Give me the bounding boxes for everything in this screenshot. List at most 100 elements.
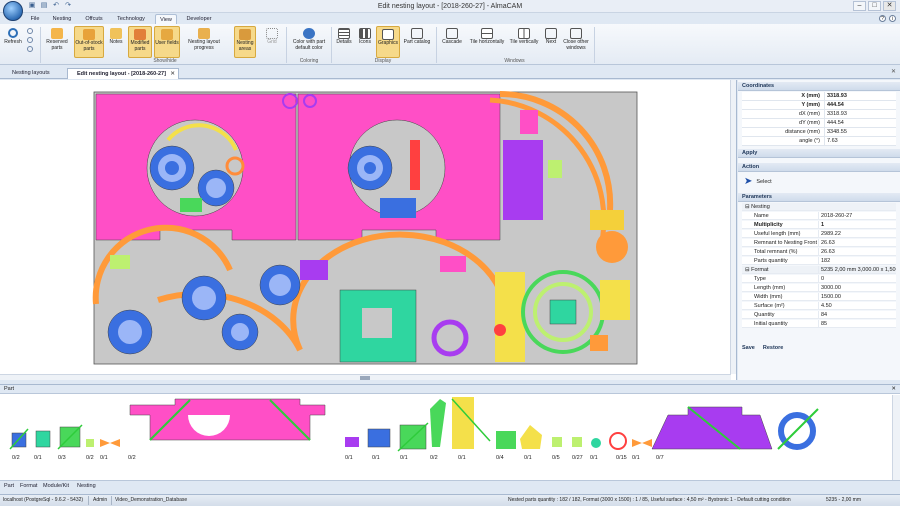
info-icon[interactable]: i [889, 15, 896, 22]
notes-button[interactable]: Notes [106, 26, 126, 58]
tile-vertically-button[interactable]: Tile vertically [508, 26, 540, 58]
close-button[interactable]: ✕ [883, 1, 896, 11]
tab-format[interactable]: Format [20, 482, 37, 490]
details-button[interactable]: Details [334, 26, 354, 58]
parameter-value: 4.50 [818, 302, 896, 310]
icons-label: Icons [359, 39, 371, 45]
nesting-layout-progress-button[interactable]: Nesting layout progress [186, 26, 222, 58]
part-quantity-label: 0/5 [552, 455, 560, 461]
user-fields-label: User fields [155, 40, 179, 46]
parameter-row: Surface (m²) 4.50 [742, 302, 896, 310]
tab-nesting-layouts[interactable]: Nesting layouts [3, 68, 65, 79]
parameter-group[interactable]: ⊟ Format 5235 2,00 mm 3,000.00 x 1,500.0 [742, 266, 896, 274]
part-quantity-label: 0/15 [616, 455, 627, 461]
part-panel: Part ✕ 0/2 0/1 0/3 0/2 0/1 0/2 0/1 0/1 0/1 0/2 0/1 0… [0, 384, 900, 480]
close-panel-icon[interactable]: ✕ [891, 385, 896, 394]
next-button[interactable]: Next [542, 26, 560, 58]
tab-nesting[interactable]: Nesting [48, 14, 76, 24]
refresh-button[interactable]: Refresh [2, 26, 24, 58]
parameter-key: Width (mm) [754, 294, 783, 300]
part-quantity-label: 0/27 [572, 455, 583, 461]
cascade-button[interactable]: Cascade [439, 26, 465, 58]
part-catalog-graphic[interactable] [0, 395, 885, 481]
coord-value: 3318.93 [824, 110, 896, 119]
color-with-part-default-color-button[interactable]: Color with part default color [290, 26, 328, 58]
user-fields-button[interactable]: User fields [154, 26, 180, 58]
tab-file[interactable]: File [26, 14, 44, 24]
close-document-icon[interactable]: ✕ [891, 68, 896, 75]
parameter-group[interactable]: ⊟ Nesting [742, 203, 896, 211]
status-summary: Nested parts quantity : 182 / 182, Forma… [508, 497, 791, 503]
group-display: Display [374, 58, 392, 64]
apply-header[interactable]: Apply [738, 149, 900, 158]
coord-key: Y (mm) [801, 102, 820, 108]
nesting-areas-button[interactable]: Nesting areas [234, 26, 256, 58]
nesting-layout-graphic[interactable] [0, 80, 731, 374]
modified-parts-button[interactable]: Modified parts [128, 26, 152, 58]
parameter-key: ⊟ Nesting [745, 204, 770, 210]
parameter-row: Width (mm) 1500.00 [742, 293, 896, 301]
group-windows: Windows [504, 58, 525, 64]
part-panel-scrollbar[interactable] [892, 395, 900, 480]
group-show-hide: Show/hide [153, 58, 177, 64]
parameter-value: 0 [818, 275, 896, 283]
graphics-icon [382, 29, 394, 40]
maximize-button[interactable]: □ [868, 1, 881, 11]
coord-key: angle (°) [799, 138, 820, 144]
tab-module-kit[interactable]: Module/Kit [43, 482, 69, 490]
tab-nesting-bottom[interactable]: Nesting [77, 482, 96, 490]
grid-icon [266, 28, 278, 39]
coord-key: dX (mm) [798, 111, 820, 117]
part-catalog-button[interactable]: Part catalog [402, 26, 432, 58]
select-action[interactable]: ➤ Select [744, 176, 772, 187]
help-icon[interactable]: ? [879, 15, 886, 22]
tab-edit-nesting-layout[interactable]: Edit nesting layout - [2018-260-27] ✕ [67, 68, 179, 79]
coord-key: dY (mm) [799, 120, 820, 126]
scroll-thumb[interactable] [360, 376, 370, 380]
zoom-fit-icon[interactable] [27, 46, 33, 52]
tab-part[interactable]: Part [4, 482, 14, 490]
save-button[interactable]: Save [742, 345, 755, 351]
restore-button[interactable]: Restore [763, 345, 783, 351]
window-title: Edit nesting layout - [2018-260-27] - Al… [377, 3, 523, 10]
horizontal-scrollbar[interactable] [0, 374, 731, 380]
next-label: Next [545, 39, 557, 45]
parameter-key: Name [754, 213, 769, 219]
close-tab-icon[interactable]: ✕ [170, 69, 175, 80]
parameter-value: 26.63 [818, 248, 896, 256]
close-other-windows-button[interactable]: Close other windows [562, 26, 590, 58]
parameter-key: Multiplicity [754, 222, 783, 228]
part-quantity-label: 0/3 [58, 455, 66, 461]
icons-button[interactable]: Icons [356, 26, 374, 58]
out-of-stock-parts-button[interactable]: Out-of-stock parts [74, 26, 104, 58]
tab-offcuts[interactable]: Offcuts [80, 14, 108, 24]
part-panel-title: Part [4, 386, 15, 392]
tile-horizontally-button[interactable]: Tile horizontally [468, 26, 506, 58]
coordinates-header[interactable]: Coordinates [738, 82, 900, 91]
graphics-button[interactable]: Graphics [376, 26, 400, 58]
close-windows-icon [570, 28, 582, 39]
part-panel-header: Part ✕ [0, 385, 900, 394]
separator [286, 27, 287, 63]
minimize-button[interactable]: – [853, 1, 866, 11]
zoom-out-icon[interactable] [27, 37, 33, 43]
parameter-row: Length (mm) 3000.00 [742, 284, 896, 292]
tab-view[interactable]: View [155, 14, 177, 24]
application-menu-button[interactable] [3, 1, 23, 21]
action-header[interactable]: Action [738, 163, 900, 172]
parameter-row: Useful length (mm) 2989.22 [742, 230, 896, 238]
part-quantity-label: 0/7 [656, 455, 664, 461]
tab-developer[interactable]: Developer [182, 14, 216, 24]
part-quantity-label: 0/1 [372, 455, 380, 461]
parameters-header[interactable]: Parameters [738, 193, 900, 202]
nesting-canvas[interactable] [0, 80, 737, 380]
grid-button[interactable]: Grid [262, 26, 282, 58]
parameter-value: 85 [818, 320, 896, 328]
tab-technology[interactable]: Technology [112, 14, 150, 24]
vertical-scrollbar[interactable] [730, 80, 736, 374]
reserved-parts-button[interactable]: Reserved parts [43, 26, 71, 58]
notes-icon [110, 28, 122, 39]
parameter-key: Initial quantity [754, 321, 788, 327]
tab-edit-label: Edit nesting layout - [2018-260-27] [77, 71, 166, 77]
zoom-in-icon[interactable] [27, 28, 33, 34]
